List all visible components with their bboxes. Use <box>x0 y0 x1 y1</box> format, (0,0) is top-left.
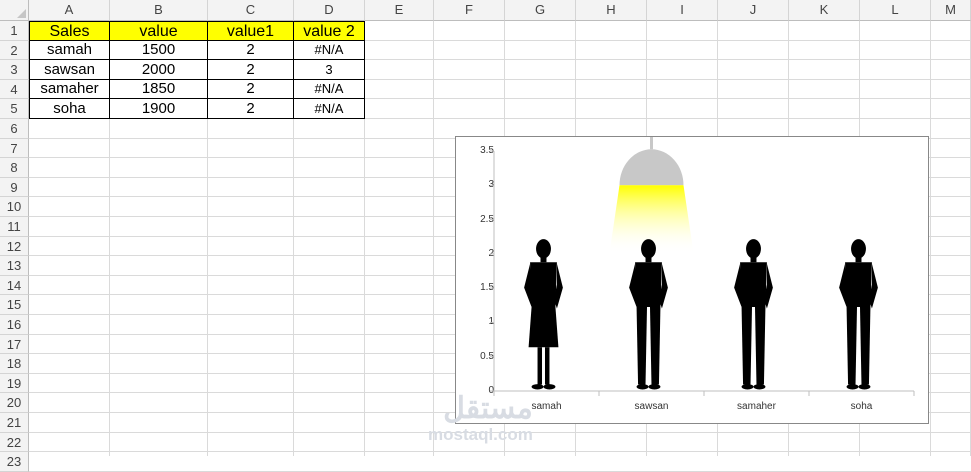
row-header-14[interactable]: 14 <box>0 276 29 295</box>
table-cell[interactable]: #N/A <box>294 99 365 119</box>
row-header-18[interactable]: 18 <box>0 354 29 374</box>
table-cell[interactable]: 1500 <box>110 41 208 60</box>
table-header-cell[interactable]: Sales <box>29 21 110 41</box>
table-cell[interactable]: 2 <box>208 60 294 80</box>
x-tick-label: sawsan <box>634 401 669 412</box>
row-header-20[interactable]: 20 <box>0 393 29 413</box>
table-cell[interactable]: 2 <box>208 99 294 119</box>
column-header-b[interactable]: B <box>110 0 208 21</box>
table-header-cell[interactable]: value1 <box>208 21 294 41</box>
row-header-12[interactable]: 12 <box>0 237 29 256</box>
column-header-l[interactable]: L <box>860 0 931 21</box>
row-header-13[interactable]: 13 <box>0 256 29 276</box>
watermark: مستقل mostaql.com <box>428 394 533 444</box>
row-header-23[interactable]: 23 <box>0 452 29 472</box>
column-header-g[interactable]: G <box>505 0 576 21</box>
table-cell[interactable]: 2 <box>208 41 294 60</box>
lamp-shade <box>619 149 684 186</box>
watermark-arabic: مستقل <box>443 392 533 425</box>
row-header-17[interactable]: 17 <box>0 335 29 354</box>
column-header-e[interactable]: E <box>365 0 434 21</box>
select-all-corner[interactable] <box>0 0 29 21</box>
person-silhouette-bar <box>629 239 668 390</box>
table-header-cell[interactable]: value 2 <box>294 21 365 41</box>
chart[interactable]: 00.511.522.533.5 samahsawsansamahersoha <box>455 136 929 424</box>
column-header-d[interactable]: D <box>294 0 365 21</box>
table-cell[interactable]: #N/A <box>294 41 365 60</box>
column-header-c[interactable]: C <box>208 0 294 21</box>
row-header-10[interactable]: 10 <box>0 197 29 217</box>
column-header-a[interactable]: A <box>29 0 110 21</box>
x-tick-label: soha <box>850 401 873 412</box>
row-header-11[interactable]: 11 <box>0 217 29 237</box>
table-cell[interactable]: 2000 <box>110 60 208 80</box>
table-cell[interactable]: 1900 <box>110 99 208 119</box>
table-cell[interactable]: 2 <box>208 80 294 99</box>
table-cell[interactable]: 1850 <box>110 80 208 99</box>
table-cell[interactable]: #N/A <box>294 80 365 99</box>
gridline-col <box>433 21 434 456</box>
column-header-i[interactable]: I <box>647 0 718 21</box>
row-header-15[interactable]: 15 <box>0 295 29 315</box>
table-cell[interactable]: soha <box>29 99 110 119</box>
column-header-h[interactable]: H <box>576 0 647 21</box>
row-header-9[interactable]: 9 <box>0 178 29 197</box>
person-silhouette-bar <box>734 239 773 390</box>
row-header-4[interactable]: 4 <box>0 80 29 99</box>
row-header-19[interactable]: 19 <box>0 374 29 393</box>
watermark-latin: mostaql.com <box>428 425 533 444</box>
gridline-col <box>930 21 931 456</box>
table-cell[interactable]: sawsan <box>29 60 110 80</box>
person-silhouette-bar <box>524 239 563 390</box>
row-header-8[interactable]: 8 <box>0 158 29 178</box>
row-header-6[interactable]: 6 <box>0 119 29 139</box>
x-tick-label: samaher <box>737 401 776 412</box>
table-cell[interactable]: samaher <box>29 80 110 99</box>
row-header-5[interactable]: 5 <box>0 99 29 119</box>
row-header-16[interactable]: 16 <box>0 315 29 335</box>
column-header-j[interactable]: J <box>718 0 789 21</box>
plot-area <box>490 137 915 396</box>
row-header-2[interactable]: 2 <box>0 41 29 60</box>
row-header-21[interactable]: 21 <box>0 413 29 433</box>
column-header-m[interactable]: M <box>931 0 971 21</box>
row-header-7[interactable]: 7 <box>0 139 29 158</box>
column-header-f[interactable]: F <box>434 0 505 21</box>
table-cell[interactable]: 3 <box>294 60 365 80</box>
table-cell[interactable]: samah <box>29 41 110 60</box>
row-header-3[interactable]: 3 <box>0 60 29 80</box>
person-silhouette-bar <box>839 239 878 390</box>
column-header-k[interactable]: K <box>789 0 860 21</box>
table-header-cell[interactable]: value <box>110 21 208 41</box>
row-header-22[interactable]: 22 <box>0 433 29 452</box>
row-header-1[interactable]: 1 <box>0 21 29 41</box>
gridline-row <box>29 451 971 452</box>
